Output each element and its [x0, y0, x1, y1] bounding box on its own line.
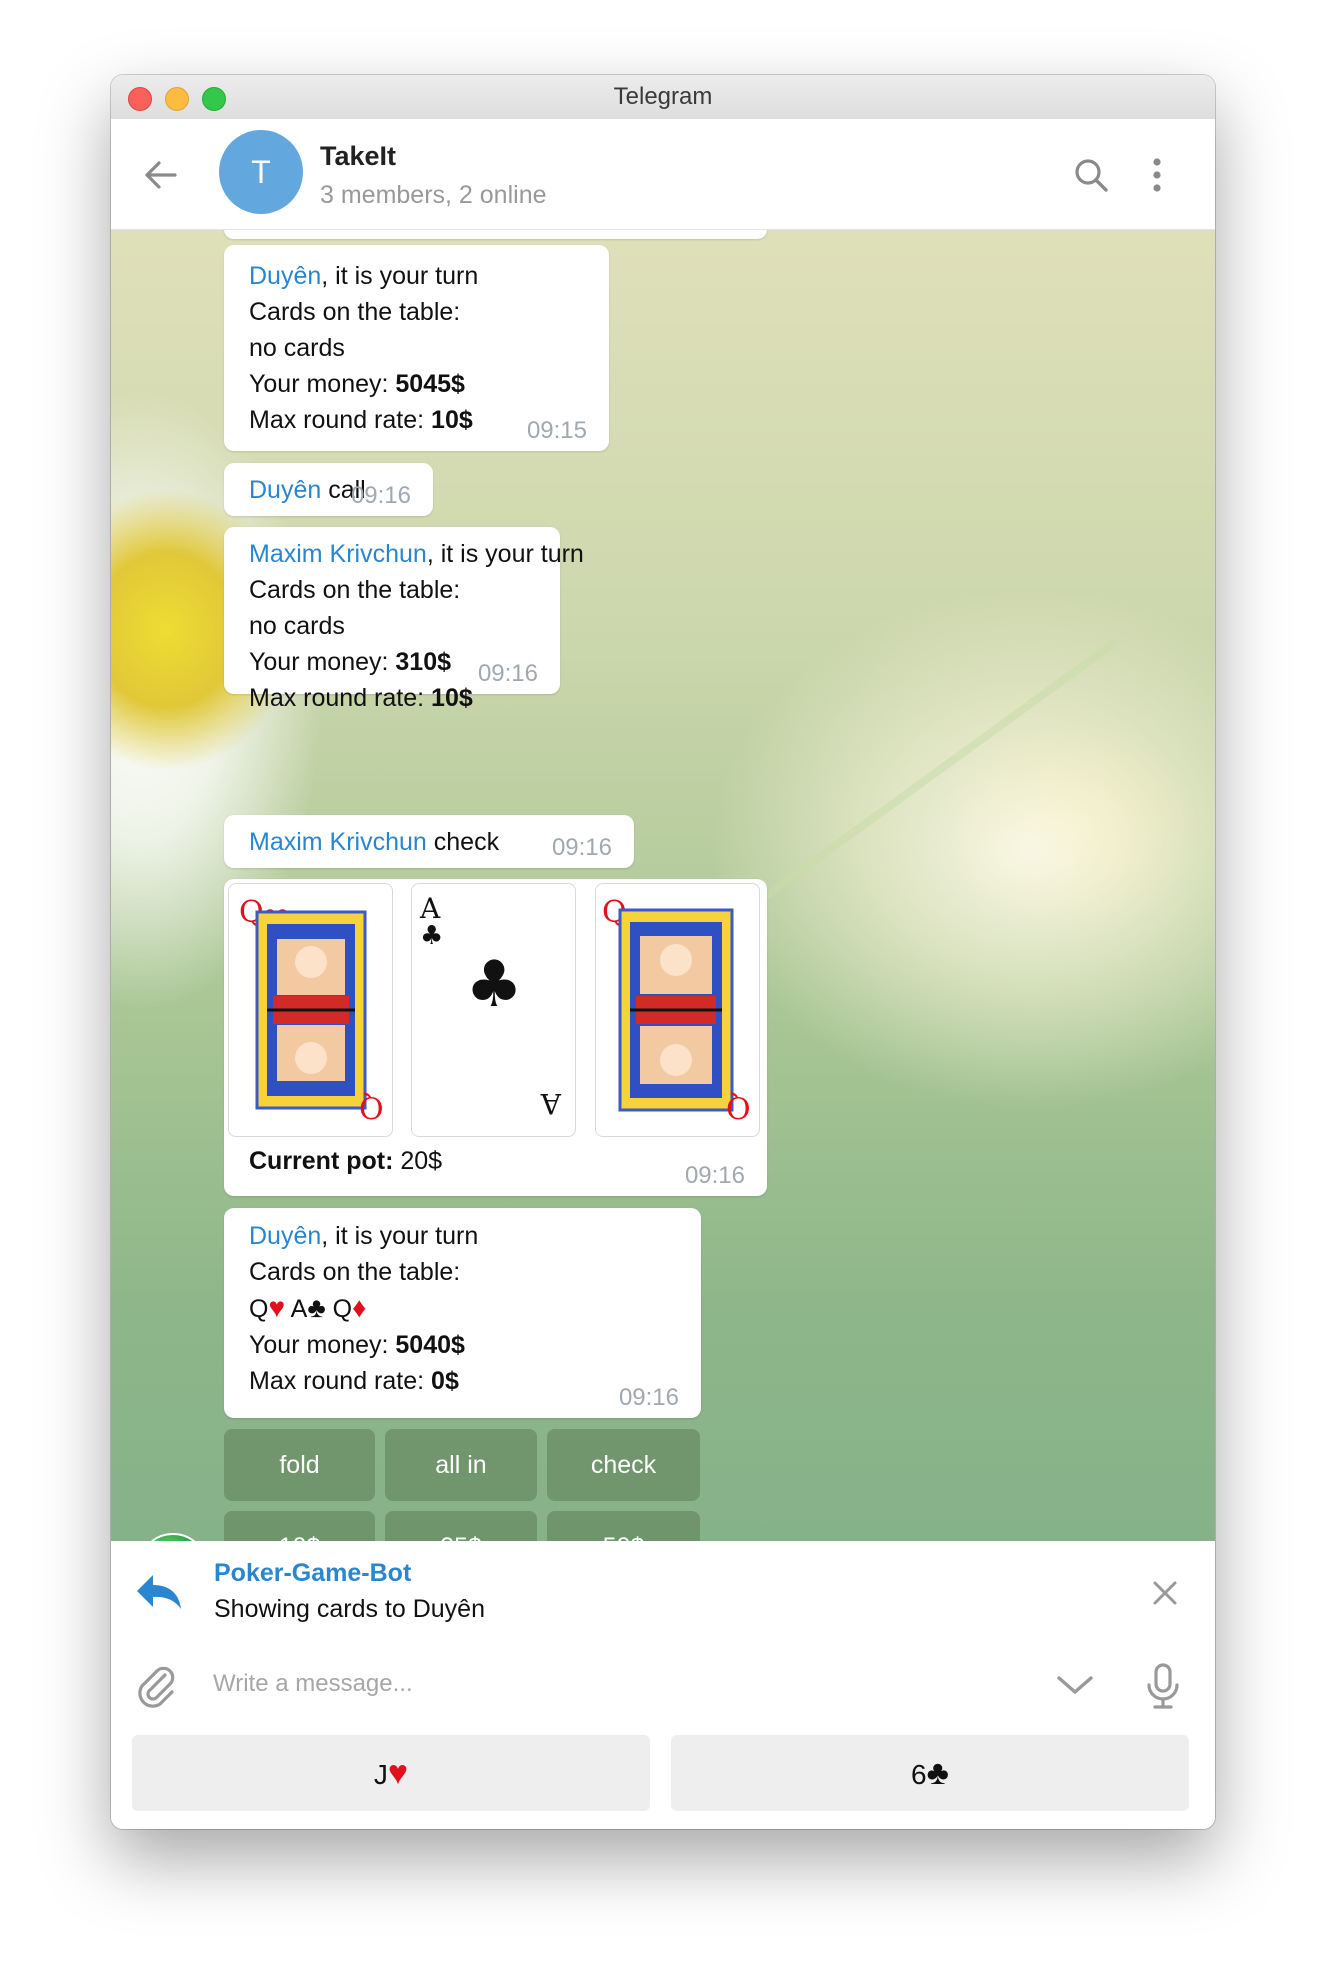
- chat-subtitle: 3 members, 2 online: [320, 181, 547, 209]
- turn-text: , it is your turn: [321, 1222, 479, 1250]
- playing-card-ace-clubs[interactable]: A ♣ ♣ A: [411, 883, 576, 1137]
- table-card-rank: Q: [249, 1295, 269, 1323]
- money-label: Your money:: [249, 648, 389, 676]
- turn-text: , it is your turn: [321, 262, 479, 290]
- heart-suit-icon: ♥: [268, 1292, 286, 1323]
- rate-label: Max round rate:: [249, 684, 425, 712]
- minimize-window-button[interactable]: [165, 87, 189, 111]
- reply-keyboard-button-jack-hearts[interactable]: J♥: [132, 1735, 650, 1811]
- close-window-button[interactable]: [128, 87, 152, 111]
- table-cards: Q♥ A♣ Q♦: [249, 1290, 676, 1327]
- table-card-rank: A: [290, 1295, 308, 1323]
- card-rank-bottom: A: [540, 1087, 562, 1120]
- chat-header: T TakeIt 3 members, 2 online: [111, 119, 1215, 230]
- money-value: 5040$: [395, 1331, 465, 1359]
- message-bubble[interactable]: Duyên call 09:16: [224, 463, 433, 516]
- message-time: 09:16: [551, 834, 612, 861]
- pot-value: 20$: [400, 1147, 443, 1175]
- rate-label: Max round rate:: [249, 406, 425, 434]
- window-title: Telegram: [613, 83, 713, 110]
- table-card-rank: Q: [332, 1295, 353, 1323]
- sender-name-link[interactable]: Maxim Krivchun: [249, 828, 427, 856]
- compose-bar: [111, 1641, 1215, 1731]
- inline-button-bet-50[interactable]: 50$: [547, 1511, 700, 1541]
- message-time: 09:16: [350, 482, 411, 509]
- chat-avatar[interactable]: T: [219, 130, 303, 214]
- playing-card-queen-diamonds[interactable]: Q ♦ Q: [595, 883, 760, 1137]
- rate-label: Max round rate:: [249, 1367, 425, 1395]
- card-images: Q ♥ Q A: [228, 883, 760, 1137]
- cards-value: no cards: [249, 612, 345, 640]
- cards-label: Cards on the table:: [249, 1258, 461, 1286]
- message-time: 09:16: [477, 660, 538, 687]
- chevron-down-icon[interactable]: [1055, 1673, 1095, 1702]
- title-bar: Telegram: [111, 75, 1215, 120]
- pot-label: Current pot:: [249, 1147, 394, 1175]
- bot-avatar[interactable]: [138, 1533, 208, 1541]
- message-time: 09:16: [684, 1162, 745, 1189]
- cards-value: no cards: [249, 334, 345, 362]
- inline-button-fold[interactable]: fold: [224, 1429, 375, 1501]
- telegram-window: Telegram T TakeIt 3 members, 2 online Du…: [111, 75, 1215, 1829]
- card-rank-bottom: Q: [726, 1089, 751, 1124]
- card-rank: 6: [911, 1759, 927, 1790]
- card-suit: ♣: [420, 921, 443, 951]
- turn-text: , it is your turn: [426, 540, 584, 568]
- reply-sender-name[interactable]: Poker-Game-Bot: [214, 1559, 411, 1588]
- message-time: 09:15: [526, 417, 587, 444]
- reply-keyboard: J♥ 6♣: [111, 1731, 1215, 1829]
- sender-name-link[interactable]: Maxim Krivchun: [249, 540, 427, 568]
- message-bubble[interactable]: Duyên, it is your turn Cards on the tabl…: [224, 1208, 701, 1418]
- inline-button-bet-10[interactable]: 10$: [224, 1511, 375, 1541]
- message-bubble[interactable]: Duyên, it is your turn Cards on the tabl…: [224, 245, 609, 451]
- card-rank-bottom: Q: [359, 1089, 384, 1124]
- reply-arrow-icon: [135, 1573, 183, 1616]
- diamond-suit-icon: ♦: [352, 1292, 367, 1323]
- more-vertical-icon[interactable]: [1147, 153, 1191, 197]
- message-input[interactable]: [211, 1661, 835, 1707]
- card-rank: J: [373, 1759, 388, 1790]
- club-suit-icon: ♣: [307, 1292, 326, 1323]
- previous-message-bubble[interactable]: [224, 230, 767, 239]
- action-text: check: [433, 828, 500, 856]
- chat-area[interactable]: Duyên, it is your turn Cards on the tabl…: [111, 230, 1215, 1541]
- message-time: 09:16: [618, 1384, 679, 1411]
- search-icon[interactable]: [1069, 153, 1113, 197]
- inline-button-check[interactable]: check: [547, 1429, 700, 1501]
- reply-panel: Poker-Game-Bot Showing cards to Duyên: [111, 1541, 1215, 1641]
- message-bubble[interactable]: Maxim Krivchun check 09:16: [224, 815, 634, 868]
- sender-name-link[interactable]: Duyên: [249, 1222, 321, 1250]
- reply-keyboard-button-six-clubs[interactable]: 6♣: [671, 1735, 1189, 1811]
- inline-button-all-in[interactable]: all in: [385, 1429, 537, 1501]
- sender-name-link[interactable]: Duyên: [249, 476, 321, 504]
- sender-name-link[interactable]: Duyên: [249, 262, 321, 290]
- zoom-window-button[interactable]: [202, 87, 226, 111]
- cards-label: Cards on the table:: [249, 298, 461, 326]
- money-label: Your money:: [249, 1331, 389, 1359]
- chat-title[interactable]: TakeIt: [320, 141, 396, 172]
- rate-value: 10$: [431, 406, 473, 434]
- message-bubble[interactable]: Maxim Krivchun, it is your turn Cards on…: [224, 527, 584, 712]
- back-arrow-icon[interactable]: [141, 155, 181, 195]
- heart-suit-icon: ♥: [387, 1754, 409, 1792]
- reply-preview-text: Showing cards to Duyên: [214, 1595, 485, 1623]
- paperclip-icon[interactable]: [135, 1665, 179, 1714]
- inline-button-bet-25[interactable]: 25$: [385, 1511, 537, 1541]
- cards-image-message[interactable]: Q ♥ Q A: [224, 879, 767, 1196]
- money-label: Your money:: [249, 370, 389, 398]
- money-value: 5045$: [395, 370, 465, 398]
- cards-label: Cards on the table:: [249, 576, 461, 604]
- rate-value: 10$: [431, 684, 473, 712]
- close-reply-icon[interactable]: [1151, 1579, 1179, 1612]
- card-center-suit: ♣: [465, 948, 522, 1022]
- money-value: 310$: [395, 648, 452, 676]
- playing-card-queen-hearts[interactable]: Q ♥ Q: [228, 883, 393, 1137]
- club-suit-icon: ♣: [926, 1754, 949, 1792]
- microphone-icon[interactable]: [1145, 1663, 1181, 1716]
- rate-value: 0$: [431, 1367, 459, 1395]
